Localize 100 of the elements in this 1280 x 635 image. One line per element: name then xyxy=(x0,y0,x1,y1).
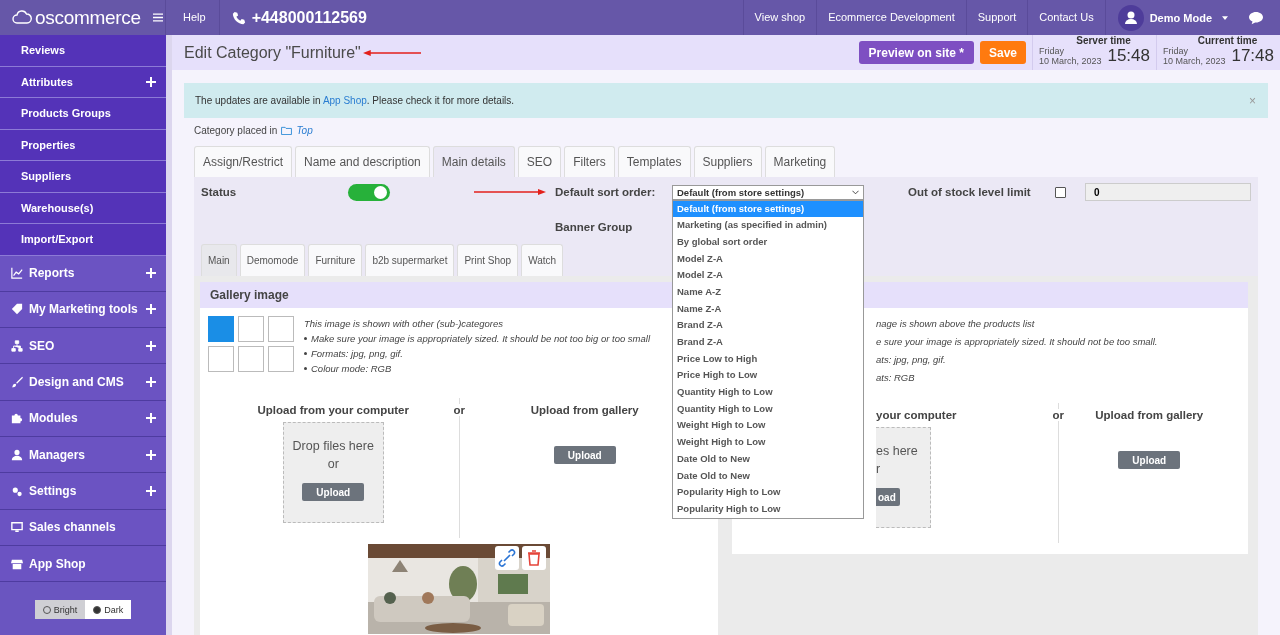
image-note: Make sure your image is appropriately sized. It should be not too big or too small xyxy=(311,333,650,344)
sitemap-icon xyxy=(11,339,23,352)
stock-limit-label: Out of stock level limit xyxy=(908,186,1032,198)
sidebar-item[interactable]: Properties xyxy=(0,129,166,161)
folder-icon xyxy=(281,126,293,135)
tab[interactable]: Main details xyxy=(432,146,515,177)
stock-checkbox[interactable] xyxy=(1055,186,1066,198)
bullet-icon xyxy=(304,352,307,355)
tab[interactable]: Main xyxy=(201,244,237,276)
date-text: 10 March, 2023 xyxy=(1039,56,1102,66)
dropdown-option[interactable]: Name A-Z xyxy=(673,283,863,301)
user-menu[interactable]: Demo Mode xyxy=(1149,11,1212,24)
annotation-arrow xyxy=(474,188,546,196)
dropdown-option[interactable]: Quantity High to Low xyxy=(673,384,863,401)
tab[interactable]: Watch xyxy=(521,244,564,276)
dropdown-option[interactable]: By global sort order xyxy=(673,233,863,251)
trash-icon[interactable] xyxy=(522,546,546,570)
caret-icon[interactable] xyxy=(1222,15,1228,20)
dropdown-option[interactable]: Brand Z-A xyxy=(673,317,863,334)
sidebar-label: App Shop xyxy=(29,556,87,571)
status-switch[interactable] xyxy=(348,183,390,201)
tab[interactable]: Filters xyxy=(564,146,615,177)
dropdown-option[interactable]: Model Z-A xyxy=(673,250,863,268)
upload-button[interactable]: Upload xyxy=(553,446,616,464)
drop-zone[interactable]: Drop files here or Upload xyxy=(282,422,384,523)
position-cell[interactable] xyxy=(268,346,294,372)
drop-text: es here xyxy=(876,443,918,460)
image-caption: This image is shown with other (sub-)categores xyxy=(304,318,505,329)
dropdown-option[interactable]: Price Low to High xyxy=(673,350,863,368)
folder-link[interactable]: Top xyxy=(296,125,313,136)
theme-toggle[interactable]: Bright xyxy=(34,600,86,620)
sidebar-label: SEO xyxy=(29,338,56,353)
stock-limit-field[interactable]: 0 xyxy=(1085,183,1251,201)
chat-icon[interactable] xyxy=(1248,10,1264,25)
dropdown-option[interactable]: Model Z-A xyxy=(673,267,863,284)
image-note: e sure your image is appropriately sized. It should not be too small. xyxy=(876,336,1159,347)
tab[interactable]: Suppliers xyxy=(693,146,762,177)
user-icon xyxy=(11,448,23,461)
brand-logo[interactable]: oscommerce xyxy=(35,6,141,29)
placed-label: Category placed in xyxy=(194,125,278,136)
sidebar-item[interactable]: Warehouse(s) xyxy=(0,192,166,224)
app-shop-link[interactable]: App Shop xyxy=(322,95,367,106)
preview-button[interactable]: Preview on site * xyxy=(858,41,974,64)
dropdown-option[interactable]: Brand Z-A xyxy=(673,334,863,351)
sidebar-item[interactable]: Reviews xyxy=(0,35,166,67)
sidebar-label: Suppliers xyxy=(21,170,73,183)
clock-time: 17:48 xyxy=(1231,46,1274,66)
tab[interactable]: Templates xyxy=(617,146,691,177)
dropdown-option[interactable]: Popularity High to Low xyxy=(673,500,863,518)
sort-order-select[interactable]: Default (from store settings) xyxy=(672,184,864,200)
position-cell[interactable] xyxy=(208,346,234,372)
banner-group-label: Banner Group xyxy=(555,221,633,233)
dropdown-option[interactable]: Marketing (as specified in admin) xyxy=(673,217,863,234)
tab[interactable]: Demomode xyxy=(239,244,306,276)
tab[interactable]: SEO xyxy=(517,146,562,177)
theme-toggle[interactable]: Dark xyxy=(85,600,132,620)
position-cell[interactable] xyxy=(208,316,234,342)
tab[interactable]: Assign/Restrict xyxy=(194,146,293,177)
tab[interactable]: Print Shop xyxy=(457,244,519,276)
sidebar-item[interactable]: Import/Export xyxy=(0,224,166,256)
sidebar-item[interactable]: Attributes xyxy=(0,66,166,98)
menu-icon[interactable] xyxy=(152,13,163,22)
time-label: Server time xyxy=(1075,35,1132,46)
upload-button[interactable]: oad xyxy=(876,488,900,506)
upload-button[interactable]: Upload xyxy=(302,483,365,501)
sidebar-label: Import/Export xyxy=(21,233,95,246)
clock-time: 15:48 xyxy=(1107,46,1150,66)
upload-heading: your computer xyxy=(876,409,957,421)
upload-heading: Upload from gallery xyxy=(530,404,639,416)
drop-zone[interactable]: es here r oad xyxy=(876,427,931,528)
sidebar-item[interactable]: Products Groups xyxy=(0,98,166,130)
tab[interactable]: b2b supermarket xyxy=(365,244,455,276)
sidebar-label: Managers xyxy=(29,447,87,462)
upload-heading: Upload from your computer xyxy=(257,404,409,416)
brush-icon xyxy=(11,376,23,389)
dropdown-option[interactable]: Weight High to Low xyxy=(673,417,863,435)
dropdown-option[interactable]: Date Old to New xyxy=(673,467,863,485)
sidebar-item[interactable]: Suppliers xyxy=(0,161,166,193)
image-note: Formats: jpg, png, gif. xyxy=(311,348,403,359)
or-text: or xyxy=(1052,409,1064,421)
monitor-icon xyxy=(11,521,23,534)
dropdown-option[interactable]: Date Old to New xyxy=(673,450,863,468)
dropdown-option[interactable]: Popularity High to Low xyxy=(673,484,863,501)
tab[interactable]: Marketing xyxy=(764,146,836,177)
sidebar-label: Settings xyxy=(29,483,78,498)
position-cell[interactable] xyxy=(268,316,294,342)
drop-text: Drop files here xyxy=(292,438,374,455)
tab[interactable]: Name and description xyxy=(295,146,430,177)
dropdown-option[interactable]: Name Z-A xyxy=(673,300,863,318)
position-cell[interactable] xyxy=(238,316,264,342)
upload-button[interactable]: Upload xyxy=(1118,451,1181,469)
sidebar-label: Attributes xyxy=(21,75,74,88)
annotation-arrow xyxy=(362,48,421,57)
sort-order-label: Default sort order: xyxy=(555,186,657,198)
dropdown-option[interactable]: Price High to Low xyxy=(673,367,863,385)
sidebar-label: Reviews xyxy=(21,44,67,57)
position-cell[interactable] xyxy=(238,346,264,372)
dropdown-option[interactable]: Weight High to Low xyxy=(673,434,863,451)
tab[interactable]: Furniture xyxy=(308,244,363,276)
dropdown-option[interactable]: Quantity High to Low xyxy=(673,400,863,418)
